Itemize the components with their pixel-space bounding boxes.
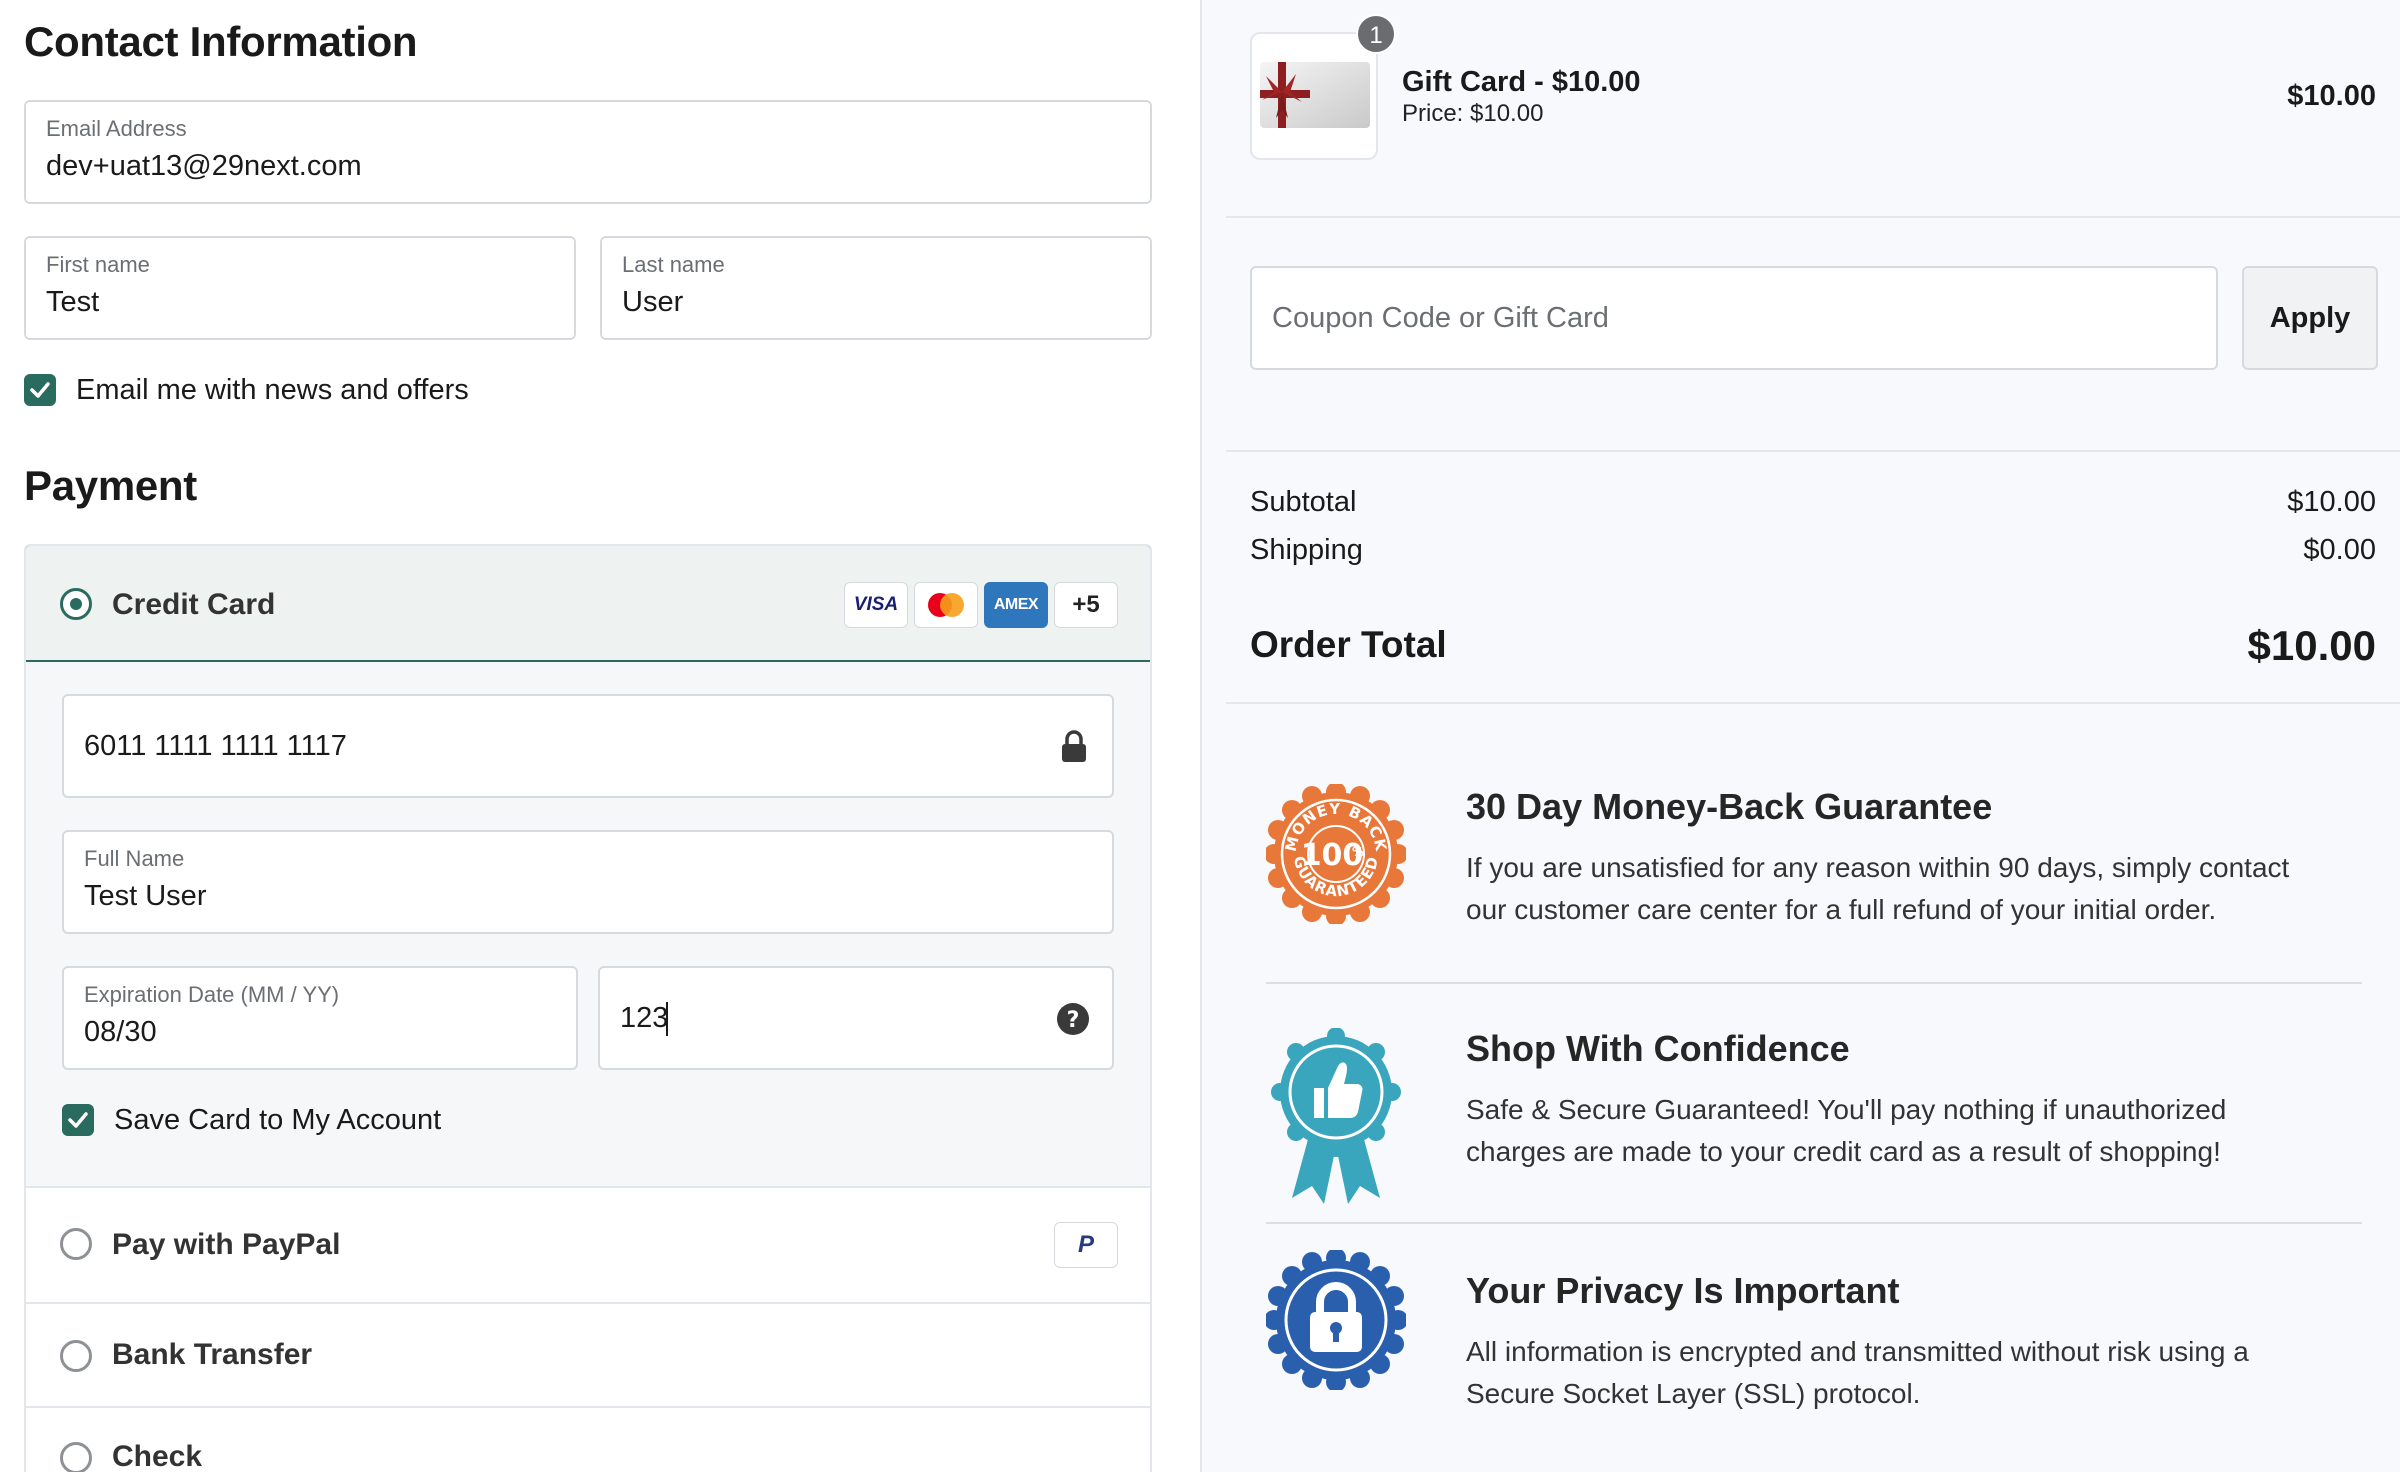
privacy-lock-seal-icon <box>1266 1250 1406 1390</box>
more-cards-badge: +5 <box>1054 582 1118 628</box>
guarantee-title: 30 Day Money-Back Guarantee <box>1466 786 1993 827</box>
expiry-value: 08/30 <box>84 1016 157 1048</box>
product-thumbnail <box>1250 32 1378 160</box>
item-price: Price: $10.00 <box>1402 100 1544 127</box>
visa-icon: VISA <box>844 582 908 628</box>
lock-icon <box>1062 730 1086 762</box>
mastercard-icon <box>914 582 978 628</box>
subtotal-label: Subtotal <box>1250 486 1357 518</box>
order-summary: 1 Gift Card - $10.00 Price: $10.00 $10.0… <box>1200 0 2400 1472</box>
divider <box>1266 1222 2362 1224</box>
card-number-field[interactable]: 6011 1111 1111 1117 <box>62 694 1114 798</box>
card-full-name-field[interactable]: Full Name Test User <box>62 830 1114 934</box>
payment-methods: Credit Card VISA AMEX +5 6011 1111 1111 … <box>24 544 1152 1472</box>
payment-option-paypal[interactable]: Pay with PayPal P <box>26 1186 1150 1302</box>
item-quantity-badge: 1 <box>1356 14 1396 54</box>
subtotal-value: $10.00 <box>2287 486 2376 518</box>
divider <box>1226 450 2400 452</box>
help-icon[interactable]: ? <box>1056 1002 1090 1036</box>
check-radio[interactable] <box>60 1442 92 1472</box>
guarantee-text-line: Safe & Secure Guaranteed! You'll pay not… <box>1466 1094 2227 1125</box>
last-name-field[interactable]: Last name User <box>600 236 1152 340</box>
order-total-label: Order Total <box>1250 624 1447 665</box>
email-value: dev+uat13@29next.com <box>46 150 362 182</box>
contact-heading: Contact Information <box>24 18 418 65</box>
bank-transfer-radio[interactable] <box>60 1340 92 1372</box>
first-name-label: First name <box>46 252 150 277</box>
guarantee-title: Your Privacy Is Important <box>1466 1270 1900 1311</box>
save-card-label: Save Card to My Account <box>114 1104 442 1136</box>
credit-card-radio[interactable] <box>60 588 92 620</box>
last-name-value: User <box>622 286 684 318</box>
payment-option-credit-card[interactable]: Credit Card VISA AMEX +5 <box>26 546 1150 662</box>
save-card-checkbox[interactable] <box>62 1104 94 1136</box>
shipping-value: $0.00 <box>2303 534 2376 566</box>
email-label: Email Address <box>46 116 187 141</box>
first-name-value: Test <box>46 286 100 318</box>
card-number-value: 6011 1111 1111 1117 <box>84 730 347 762</box>
payment-option-check[interactable]: Check <box>26 1406 1150 1472</box>
cvv-field[interactable]: 123 ? <box>598 966 1114 1070</box>
full-name-label: Full Name <box>84 846 185 871</box>
newsletter-checkbox[interactable] <box>24 374 56 406</box>
coupon-placeholder: Coupon Code or Gift Card <box>1272 302 1609 334</box>
paypal-radio[interactable] <box>60 1228 92 1260</box>
paypal-icon: P <box>1054 1222 1118 1268</box>
credit-card-form: 6011 1111 1111 1117 Full Name Test User … <box>26 662 1150 1230</box>
last-name-label: Last name <box>622 252 725 277</box>
checkmark-icon <box>30 382 50 398</box>
apply-button[interactable]: Apply <box>2242 266 2378 370</box>
money-back-seal-icon: MONEY BACK GUARANTEED 100 % <box>1266 784 1406 924</box>
guarantee-text-line: Secure Socket Layer (SSL) protocol. <box>1466 1378 1921 1409</box>
svg-text:?: ? <box>1067 1008 1080 1033</box>
newsletter-label: Email me with news and offers <box>76 374 469 406</box>
payment-option-bank-transfer[interactable]: Bank Transfer <box>26 1302 1150 1406</box>
divider <box>1226 216 2400 218</box>
shipping-label: Shipping <box>1250 534 1363 566</box>
cvv-value: 123 <box>620 1002 669 1034</box>
checkmark-icon <box>68 1112 88 1128</box>
order-total-value: $10.00 <box>2247 622 2376 669</box>
apply-label: Apply <box>2269 301 2351 334</box>
guarantee-text-line: All information is encrypted and transmi… <box>1466 1336 2249 1367</box>
text-cursor <box>666 1002 668 1036</box>
divider <box>1226 702 2400 704</box>
amex-icon: AMEX <box>984 582 1048 628</box>
item-total: $10.00 <box>2287 80 2376 112</box>
thumbs-up-ribbon-icon <box>1271 1028 1401 1204</box>
gift-card-image <box>1260 62 1370 128</box>
credit-card-label: Credit Card <box>112 588 276 621</box>
svg-text:%: % <box>1352 845 1364 859</box>
guarantee-text-line: charges are made to your credit card as … <box>1466 1136 2221 1167</box>
email-field[interactable]: Email Address dev+uat13@29next.com <box>24 100 1152 204</box>
guarantee-title: Shop With Confidence <box>1466 1028 1850 1069</box>
expiry-field[interactable]: Expiration Date (MM / YY) 08/30 <box>62 966 578 1070</box>
coupon-input[interactable]: Coupon Code or Gift Card <box>1250 266 2218 370</box>
bank-transfer-label: Bank Transfer <box>112 1338 313 1371</box>
divider <box>1266 982 2362 984</box>
guarantee-text-line: our customer care center for a full refu… <box>1466 894 2217 925</box>
check-label: Check <box>112 1440 203 1472</box>
payment-heading: Payment <box>24 462 197 509</box>
item-name: Gift Card - $10.00 <box>1402 66 1641 98</box>
guarantee-text-line: If you are unsatisfied for any reason wi… <box>1466 852 2290 883</box>
paypal-label: Pay with PayPal <box>112 1228 341 1261</box>
first-name-field[interactable]: First name Test <box>24 236 576 340</box>
checkout-form: Contact Information Email Address dev+ua… <box>0 0 1200 1472</box>
full-name-value: Test User <box>84 880 207 912</box>
expiry-label: Expiration Date (MM / YY) <box>84 982 340 1007</box>
